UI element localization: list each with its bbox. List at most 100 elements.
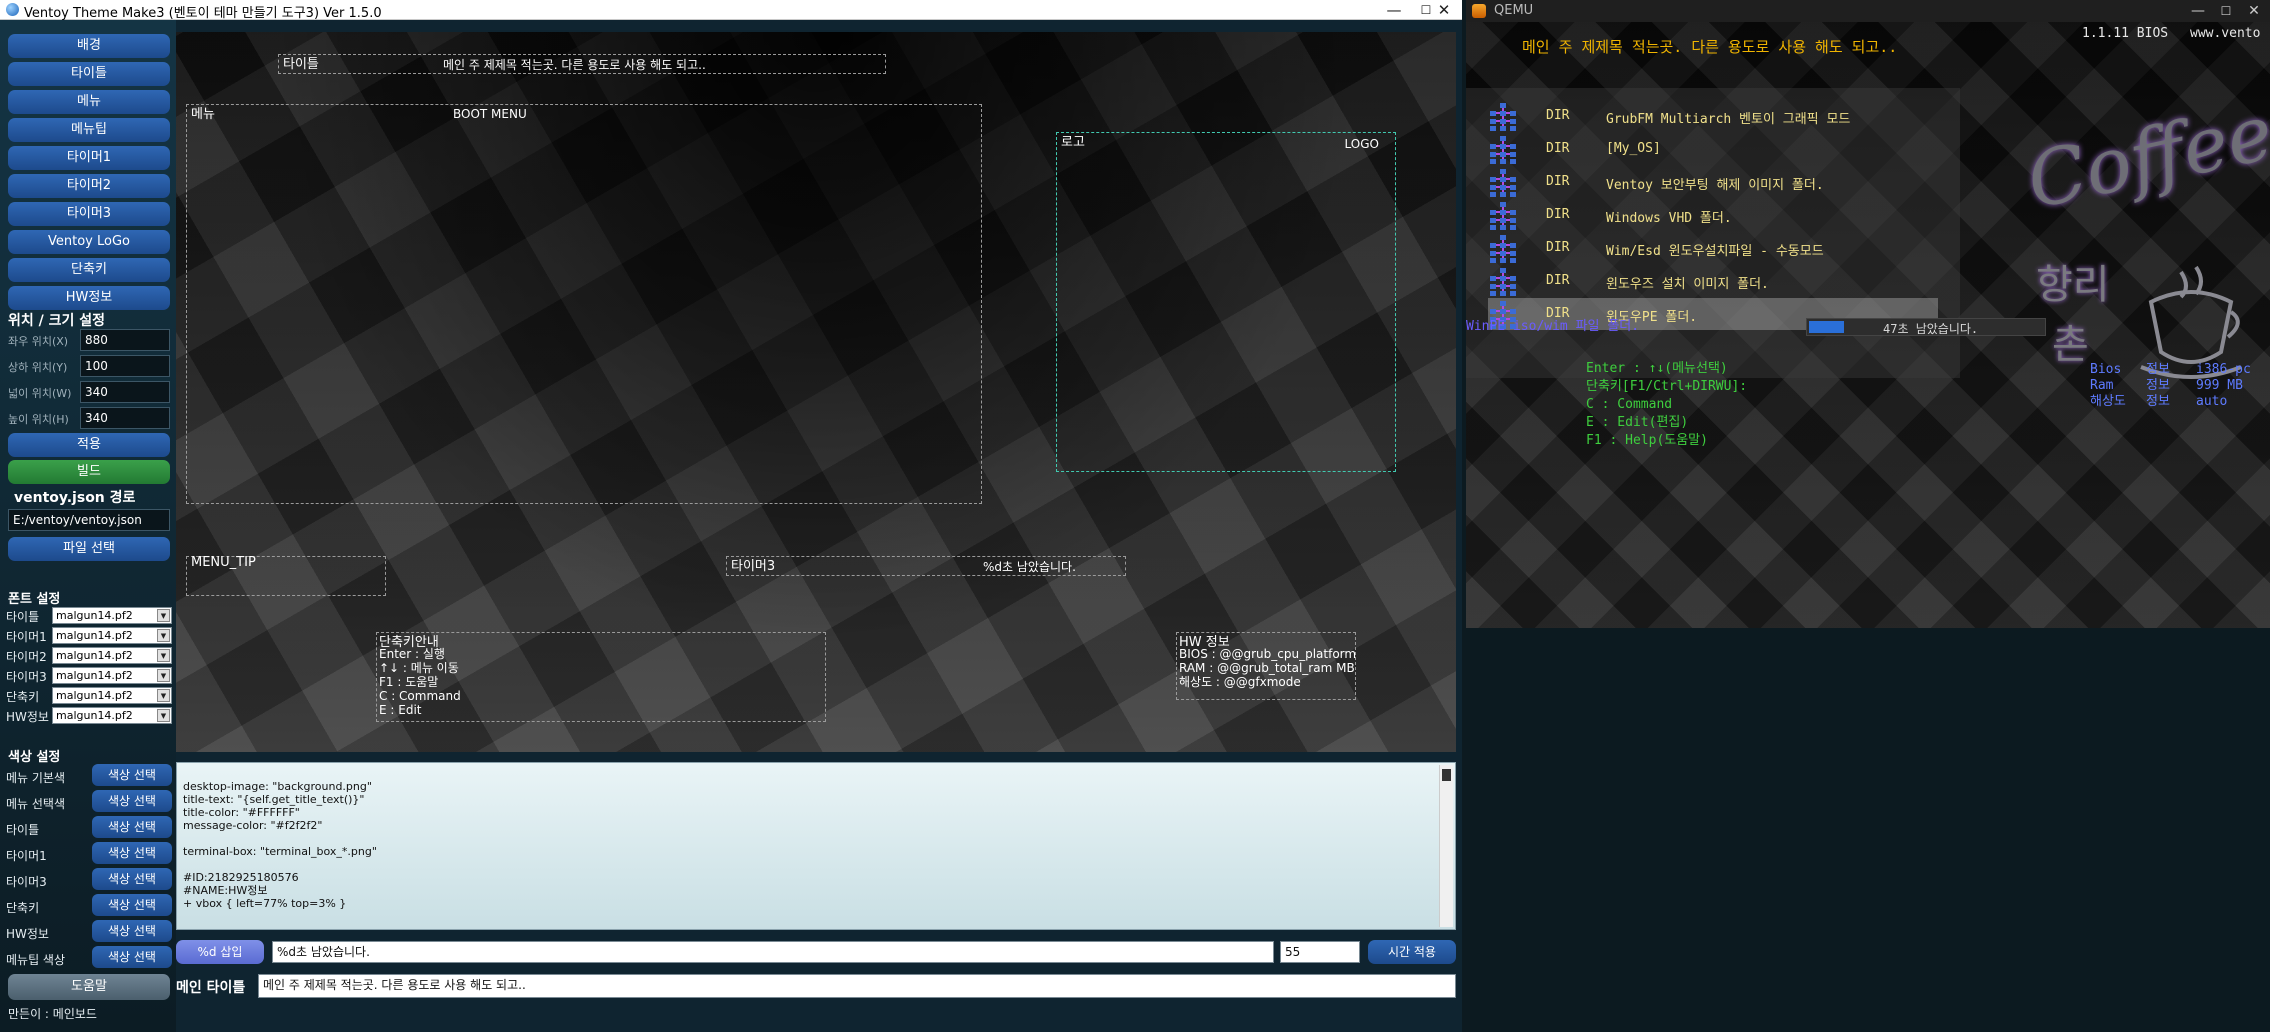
sidebar-item-logo[interactable]: Ventoy LoGo	[8, 230, 170, 254]
directory-tree-icon	[1490, 103, 1516, 131]
code-line: + vbox { left=77% top=3% }	[183, 897, 347, 910]
w-label: 넓이 위치(W)	[8, 387, 72, 400]
color-button-title[interactable]: 색상 선택	[92, 816, 172, 838]
position-section-label: 위치 / 크기 설정	[8, 313, 106, 329]
chevron-down-icon[interactable]: ▼	[157, 629, 170, 642]
hw-box[interactable]: HW 정보 BIOS : @@grub_cpu_platform RAM : @…	[1176, 632, 1356, 700]
color-button-hotkey[interactable]: 색상 선택	[92, 894, 172, 916]
directory-tree-icon	[1490, 268, 1516, 296]
color-label-hwinfo: HW정보	[6, 927, 49, 941]
qemu-close-button[interactable]: ✕	[2236, 0, 2270, 22]
sidebar-item-menu[interactable]: 메뉴	[8, 90, 170, 114]
menu-box[interactable]: 메뉴 BOOT MENU	[186, 104, 982, 504]
insert-d-button[interactable]: %d 삽입	[176, 940, 264, 964]
color-label-menu-selected: 메뉴 선택색	[6, 797, 66, 811]
chevron-down-icon[interactable]: ▼	[157, 609, 170, 622]
x-input[interactable]: 880	[80, 329, 170, 351]
color-button-menu-selected[interactable]: 색상 선택	[92, 790, 172, 812]
menu-item-tag: DIR	[1546, 108, 1570, 123]
font-label-timer2: 타이머2	[6, 650, 47, 664]
sidebar-item-menutip[interactable]: 메뉴팁	[8, 118, 170, 142]
theme-preview: 타이틀 메인 주 제제목 적는곳. 다른 용도로 사용 해도 되고.. 메뉴 B…	[176, 32, 1456, 752]
menu-item[interactable]: DIR Windows VHD 폴더.	[1488, 199, 1938, 231]
menu-item-text: [My_OS]	[1606, 141, 1661, 156]
timer3-label: 타이머3	[731, 559, 776, 574]
timer3-text: %d초 남았습니다.	[983, 560, 1076, 574]
font-select-title[interactable]: malgun14.pf2 ▼	[52, 607, 172, 624]
hotkey-line: Enter : ↑↓(메뉴선택)	[1586, 361, 1728, 376]
chevron-down-icon[interactable]: ▼	[157, 709, 170, 722]
seconds-input[interactable]: 55	[1280, 941, 1360, 963]
code-line: title-color: "#FFFFFF"	[183, 806, 300, 819]
sidebar-item-title[interactable]: 타이틀	[8, 62, 170, 86]
color-label-title: 타이틀	[6, 823, 40, 837]
font-label-timer1: 타이머1	[6, 630, 47, 644]
h-input[interactable]: 340	[80, 407, 170, 429]
code-scrollbar[interactable]	[1439, 765, 1453, 927]
hotkey-line: C : Command	[1586, 397, 1673, 412]
directory-tree-icon	[1490, 235, 1516, 263]
main-title-label: 메인 타이틀	[176, 980, 246, 996]
menu-item-tag: DIR	[1546, 273, 1570, 288]
chevron-down-icon[interactable]: ▼	[157, 689, 170, 702]
menu-box-label: 메뉴	[191, 107, 215, 122]
build-button[interactable]: 빌드	[8, 460, 170, 484]
menu-item[interactable]: DIR 윈도우즈 설치 이미지 폴더.	[1488, 265, 1938, 297]
chevron-down-icon[interactable]: ▼	[157, 669, 170, 682]
font-select-hwinfo[interactable]: malgun14.pf2 ▼	[52, 707, 172, 724]
menu-item[interactable]: DIR Ventoy 보안부팅 해제 이미지 폴더.	[1488, 166, 1938, 198]
main-title-input[interactable]: 메인 주 제제목 적는곳. 다른 용도로 사용 해도 되고..	[258, 974, 1456, 998]
menu-item[interactable]: DIR Wim/Esd 윈도우설치파일 - 수동모드	[1488, 232, 1938, 264]
w-input[interactable]: 340	[80, 381, 170, 403]
menu-item[interactable]: DIR [My_OS]	[1488, 133, 1938, 165]
theme-code-editor[interactable]: desktop-image: "background.png" title-te…	[176, 762, 1456, 930]
qemu-icon	[1472, 4, 1486, 18]
help-button[interactable]: 도움말	[8, 974, 170, 1000]
sidebar-item-hwinfo[interactable]: HW정보	[8, 286, 170, 310]
hw-value: auto	[2196, 394, 2228, 409]
json-path-input[interactable]: E:/ventoy/ventoy.json	[8, 509, 170, 531]
chevron-down-icon[interactable]: ▼	[157, 649, 170, 662]
close-button[interactable]: ✕	[1426, 0, 1462, 20]
sidebar-item-timer1[interactable]: 타이머1	[8, 146, 170, 170]
color-button-menu-default[interactable]: 색상 선택	[92, 764, 172, 786]
scroll-thumb[interactable]	[1442, 769, 1451, 781]
font-value: malgun14.pf2	[56, 669, 133, 682]
file-select-button[interactable]: 파일 선택	[8, 537, 170, 561]
menu-item-tag: DIR	[1546, 174, 1570, 189]
sidebar-item-background[interactable]: 배경	[8, 34, 170, 58]
logo-box[interactable]: 로고 LOGO	[1056, 132, 1396, 472]
color-button-timer1[interactable]: 색상 선택	[92, 842, 172, 864]
font-select-timer2[interactable]: malgun14.pf2 ▼	[52, 647, 172, 664]
apply-time-button[interactable]: 시간 적용	[1368, 940, 1456, 964]
color-button-hwinfo[interactable]: 색상 선택	[92, 920, 172, 942]
title-box[interactable]: 타이틀 메인 주 제제목 적는곳. 다른 용도로 사용 해도 되고..	[278, 54, 886, 74]
window-title: Ventoy Theme Make3 (벤토이 테마 만들기 도구3) Ver …	[24, 6, 382, 21]
sidebar-item-timer2[interactable]: 타이머2	[8, 174, 170, 198]
font-select-timer3[interactable]: malgun14.pf2 ▼	[52, 667, 172, 684]
logo-text: Coffee	[2019, 87, 2270, 226]
hotkey-line: E : Edit	[379, 703, 422, 717]
y-input[interactable]: 100	[80, 355, 170, 377]
font-value: malgun14.pf2	[56, 649, 133, 662]
sidebar-item-timer3[interactable]: 타이머3	[8, 202, 170, 226]
menu-item-text: 윈도우즈 설치 이미지 폴더.	[1606, 277, 1769, 292]
timer3-box[interactable]: 타이머3 %d초 남았습니다.	[726, 556, 1126, 576]
color-label-timer1: 타이머1	[6, 849, 47, 863]
font-label-hwinfo: HW정보	[6, 710, 49, 724]
color-section-label: 색상 설정	[8, 750, 61, 765]
qemu-screen[interactable]: 1.1.11 BIOS www.vento 메인 주 제제목 적는곳. 다른 용…	[1466, 22, 2270, 628]
directory-tree-icon	[1490, 202, 1516, 230]
color-button-timer3[interactable]: 색상 선택	[92, 868, 172, 890]
menu-item[interactable]: DIR GrubFM Multiarch 벤토이 그래픽 모드	[1488, 100, 1938, 132]
hotkey-box[interactable]: 단축키안내 Enter : 실행 ↑↓ : 메뉴 이동 F1 : 도움말 C :…	[376, 632, 826, 722]
minimize-button[interactable]: —	[1376, 0, 1412, 20]
timer-text-input[interactable]: %d초 남았습니다.	[272, 941, 1274, 963]
apply-button[interactable]: 적용	[8, 433, 170, 457]
font-select-hotkey[interactable]: malgun14.pf2 ▼	[52, 687, 172, 704]
color-button-menutip[interactable]: 색상 선택	[92, 946, 172, 968]
font-select-timer1[interactable]: malgun14.pf2 ▼	[52, 627, 172, 644]
menu-tip-box[interactable]: MENU_TIP	[186, 555, 386, 596]
sidebar-item-hotkey[interactable]: 단축키	[8, 258, 170, 282]
menu-item-tag: DIR	[1546, 240, 1570, 255]
